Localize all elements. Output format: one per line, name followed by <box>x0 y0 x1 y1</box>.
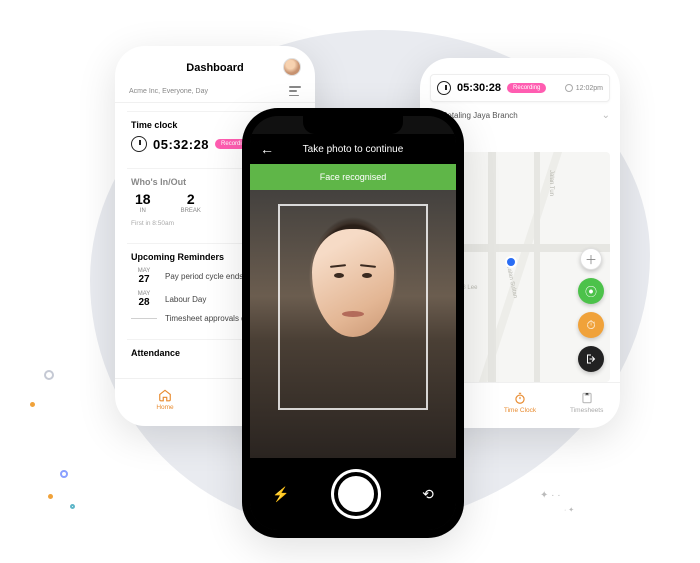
phone-camera: ← Take photo to continue Face recognised… <box>242 108 464 538</box>
page-title: Dashboard <box>186 62 243 74</box>
camera-title: Take photo to continue <box>303 144 404 155</box>
who-label: Who's In/Out <box>131 177 186 187</box>
reminder-text: Pay period cycle ends in <box>165 272 252 281</box>
deco-dot <box>44 370 54 380</box>
stat-in-label: IN <box>135 208 151 214</box>
end-time: 12:02pm <box>576 85 603 92</box>
shutter-button[interactable] <box>334 472 378 516</box>
time-clock-value: 05:32:28 <box>153 137 209 152</box>
switch-camera-icon[interactable]: ⟲ <box>422 486 434 503</box>
current-location-marker <box>507 258 515 266</box>
stat-in-count: 18 <box>135 191 151 207</box>
stopwatch-icon <box>513 391 527 405</box>
phone-notch <box>303 116 403 134</box>
check-in-button[interactable]: ⦿ <box>578 278 604 304</box>
flash-icon[interactable]: ⚡ <box>272 486 289 503</box>
zoom-in-button[interactable]: ＋ <box>580 248 602 270</box>
chevron-down-icon: ⌄ <box>602 110 610 121</box>
face-frame <box>278 204 428 410</box>
nav-timesheets[interactable]: Timesheets <box>553 383 620 422</box>
status-banner: Face recognised <box>250 164 456 190</box>
deco-sparkle: ✦ · · <box>540 490 561 501</box>
back-icon[interactable]: ← <box>260 141 274 157</box>
stat-break-label: BREAK <box>181 208 201 214</box>
avatar[interactable] <box>283 58 301 76</box>
reminder-text: Labour Day <box>165 295 206 304</box>
stat-break-count: 2 <box>181 191 201 207</box>
deco-dot <box>60 470 68 478</box>
clock-icon <box>437 81 451 95</box>
road-label: 8 Lee <box>462 285 477 291</box>
clock-icon <box>565 84 573 92</box>
clock-out-button[interactable] <box>578 346 604 372</box>
nav-time-clock[interactable]: Time Clock <box>487 383 554 422</box>
deco-dot <box>30 402 35 407</box>
filter-icon[interactable] <box>289 86 301 96</box>
deco-dot <box>70 504 75 509</box>
home-icon <box>158 388 172 402</box>
deco-sparkle: · ✦ <box>564 506 574 514</box>
break-button[interactable]: ⏱ <box>578 312 604 338</box>
filter-text[interactable]: Acme Inc, Everyone, Day <box>129 88 208 95</box>
time-clock-card: 05:30:28 Recording 12:02pm <box>430 74 610 102</box>
location-selector[interactable]: ● Petaling Jaya Branch ⌄ <box>430 110 610 121</box>
road-label: Jalan Tun <box>548 170 554 196</box>
clock-icon <box>131 136 147 152</box>
status-badge: Recording <box>507 83 546 93</box>
timesheet-icon <box>580 391 594 405</box>
time-clock-value: 05:30:28 <box>457 82 501 94</box>
exit-icon <box>585 353 597 365</box>
nav-home[interactable]: Home <box>115 379 215 420</box>
deco-dot <box>48 494 53 499</box>
